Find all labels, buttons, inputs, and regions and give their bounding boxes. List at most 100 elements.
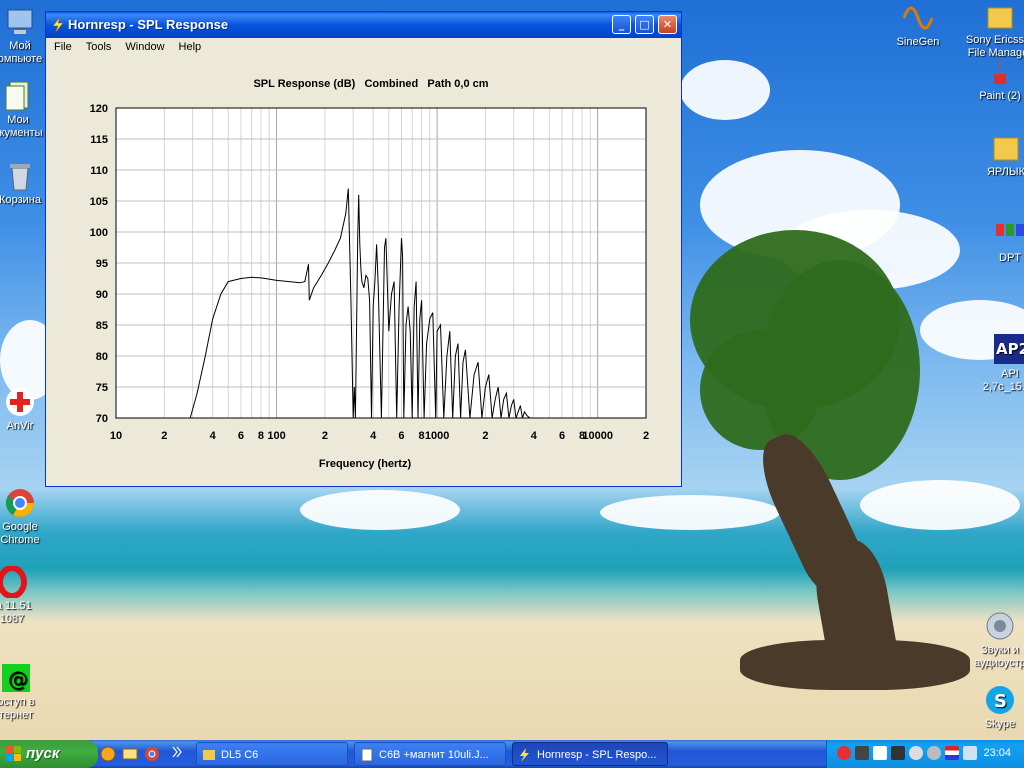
speaker-icon: [984, 610, 1016, 642]
start-label: пуск: [26, 745, 60, 762]
tool-icon[interactable]: [891, 746, 905, 760]
flag-icon[interactable]: [945, 746, 959, 760]
record-icon[interactable]: [837, 746, 851, 760]
x-tick-label: 4: [210, 430, 217, 442]
y-tick-label: 90: [96, 289, 108, 301]
documents-icon: [2, 80, 34, 112]
maximize-button[interactable]: □: [635, 15, 654, 34]
x-tick-label: 8: [418, 430, 424, 442]
desktop-icon-label: SineGen: [896, 36, 940, 48]
x-tick-label: 4: [370, 430, 377, 442]
clock: 23:04: [983, 747, 1011, 759]
start-button[interactable]: пуск: [0, 740, 98, 768]
x-tick-label: 6: [238, 430, 244, 442]
svg-text:AP2: AP2: [996, 340, 1024, 358]
x-axis-label: Frequency (hertz): [319, 458, 412, 470]
opera-icon: [0, 565, 28, 599]
folder-icon: [203, 750, 215, 760]
desktop-icon-label: тернет: [0, 709, 33, 721]
mail-icon[interactable]: [122, 746, 138, 762]
x-tick-label: 6: [559, 430, 565, 442]
folder-icon: [990, 132, 1022, 164]
desktop-icon-label: Google: [2, 521, 38, 533]
menu-file[interactable]: File: [46, 38, 78, 53]
desktop-icon-internet-access[interactable]: @ оступ в тернет: [0, 662, 54, 722]
cloud-decoration: [860, 480, 1020, 530]
y-tick-label: 85: [96, 320, 108, 332]
desktop-icon-label: 1087: [0, 613, 25, 625]
sync-icon[interactable]: [927, 746, 941, 760]
x-tick-label: 6: [398, 430, 404, 442]
computer-icon: [4, 6, 36, 38]
anvir-icon: [4, 386, 36, 418]
desktop-icon-dpt[interactable]: DPT: [972, 218, 1024, 265]
svg-text:@: @: [8, 667, 28, 691]
task-c6b[interactable]: C6B +магнит 10uli.J...: [354, 742, 506, 766]
x-tick-label: 8: [258, 430, 264, 442]
paint-icon: [984, 56, 1016, 88]
task-label: Hornresp - SPL Respo...: [537, 749, 657, 761]
y-tick-label: 75: [96, 382, 108, 394]
chart-title: SPL Response (dB) Combined Path 0,0 cm: [253, 78, 488, 90]
y-tick-label: 70: [96, 413, 108, 425]
task-hornresp[interactable]: Hornresp - SPL Respo...: [512, 742, 668, 766]
x-tick-label: 4: [531, 430, 538, 442]
taskbar: пуск DL5 C6 C6B +магнит 10uli.J... Hornr…: [0, 740, 1024, 768]
x-tick-label: 2: [643, 430, 649, 442]
tree-foliage: [700, 330, 820, 450]
cloud-decoration: [300, 490, 460, 530]
y-tick-label: 115: [90, 134, 108, 146]
desktop-icon-label: ЯРЛЫК: [986, 166, 1024, 178]
hornresp-window[interactable]: Hornresp - SPL Response _ □ ✕ File Tools W…: [45, 11, 682, 487]
task-dl5-c6[interactable]: DL5 C6: [196, 742, 348, 766]
menu-help[interactable]: Help: [171, 38, 208, 53]
desktop-icon-label: Звуки и: [981, 644, 1019, 656]
skype-icon: S: [984, 684, 1016, 716]
desktop-icon-skype[interactable]: S Skype: [962, 684, 1024, 731]
desktop-icon-opera[interactable]: ra 11.51 1087: [0, 565, 50, 626]
film-icon[interactable]: [855, 746, 869, 760]
desktop-icon-paint[interactable]: Paint (2): [962, 56, 1024, 103]
dpt-icon: [994, 218, 1024, 250]
svg-text:S: S: [994, 691, 1007, 712]
menu-tools[interactable]: Tools: [78, 38, 118, 53]
x-tick-label: 100: [267, 430, 285, 442]
y-tick-label: 120: [90, 103, 108, 115]
lightning-icon: [52, 17, 64, 33]
desktop-icon-label: Skype: [984, 718, 1016, 730]
plot-area: 70 75 80 85 90 95 100 105 110 115 120 10 2 4 6 8 100 2 4 6 8…: [50, 58, 677, 482]
y-tick-label: 80: [96, 351, 108, 363]
x-tick-label: 2: [161, 430, 167, 442]
internet-icon: @: [0, 662, 32, 694]
chrome-quicklaunch-icon[interactable]: [144, 746, 160, 762]
desktop-icon-label: API: [1001, 368, 1019, 380]
x-tick-label: 10000: [582, 430, 613, 442]
network-icon[interactable]: [909, 746, 923, 760]
y-tick-label: 110: [90, 165, 108, 177]
x-tick-label: 2: [482, 430, 488, 442]
y-tick-label: 100: [90, 227, 108, 239]
desktop-icon-label: 2,7c_15.10: [982, 381, 1024, 393]
desktop-icon-zvuki[interactable]: Звуки и аудиоустр: [962, 610, 1024, 670]
volume-icon[interactable]: [963, 746, 977, 760]
desktop-icon-ap2[interactable]: AP2 API 2,7c_15.10: [972, 334, 1024, 394]
ap2-icon: AP2: [994, 334, 1024, 366]
desktop-icon-google-chrome[interactable]: Google Chrome: [0, 487, 58, 547]
desktop-icon-sony-ericsson[interactable]: Sony Ericsso File Manage: [960, 0, 1024, 60]
x-tick-label: 1000: [425, 430, 449, 442]
desktop-icon-label: оступ в: [0, 696, 35, 708]
lightning-icon: [520, 748, 529, 762]
avast-icon[interactable]: [100, 746, 116, 762]
title-bar[interactable]: Hornresp - SPL Response _ □ ✕: [46, 12, 681, 38]
window-icon[interactable]: [873, 746, 887, 760]
y-tick-label: 105: [90, 196, 108, 208]
close-button[interactable]: ✕: [658, 15, 677, 34]
task-label: C6B +магнит 10uli.J...: [379, 749, 489, 761]
chevron-right-icon[interactable]: [172, 746, 182, 758]
minimize-button[interactable]: _: [612, 15, 631, 34]
desktop-icon-sinegen[interactable]: SineGen: [880, 2, 956, 49]
folder-icon: [982, 0, 1014, 32]
menu-window[interactable]: Window: [117, 38, 170, 53]
desktop-icon-yarlyk[interactable]: ЯРЛЫК: [968, 132, 1024, 179]
x-tick-label: 2: [322, 430, 328, 442]
